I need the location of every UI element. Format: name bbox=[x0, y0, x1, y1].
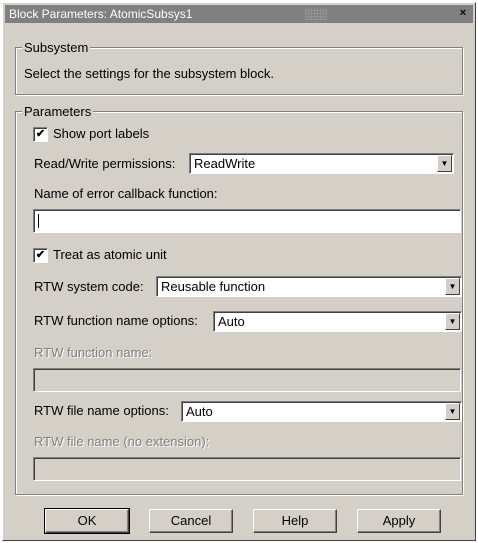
chevron-down-icon[interactable]: ▼ bbox=[437, 155, 452, 172]
read-write-select[interactable]: ReadWrite ▼ bbox=[189, 153, 454, 174]
treat-atomic-label: Treat as atomic unit bbox=[53, 247, 167, 262]
rtw-function-name-input bbox=[33, 368, 461, 392]
rtw-system-code-label: RTW system code: bbox=[34, 279, 144, 294]
cancel-button[interactable]: Cancel bbox=[149, 509, 233, 533]
read-write-label: Read/Write permissions: bbox=[34, 156, 176, 171]
rtw-file-name-options-value: Auto bbox=[186, 404, 213, 419]
subsystem-group: Subsystem Select the settings for the su… bbox=[15, 40, 463, 95]
rtw-system-code-select[interactable]: Reusable function ▼ bbox=[156, 276, 462, 297]
title-grip-icon bbox=[305, 8, 327, 20]
treat-atomic-checkbox[interactable]: ✔ bbox=[33, 248, 48, 263]
rtw-file-name-input bbox=[33, 457, 461, 481]
subsystem-description: Select the settings for the subsystem bl… bbox=[24, 66, 275, 81]
chevron-down-icon[interactable]: ▼ bbox=[445, 403, 460, 420]
rtw-function-name-options-value: Auto bbox=[218, 314, 245, 329]
rtw-function-name-options-label: RTW function name options: bbox=[34, 313, 198, 328]
rtw-file-name-label: RTW file name (no extension): bbox=[34, 434, 210, 449]
apply-button[interactable]: Apply bbox=[357, 509, 441, 533]
rtw-system-code-value: Reusable function bbox=[161, 279, 266, 294]
rtw-file-name-options-label: RTW file name options: bbox=[34, 403, 169, 418]
title-bar[interactable]: Block Parameters: AtomicSubsys1 × bbox=[5, 5, 473, 23]
rtw-file-name-options-select[interactable]: Auto ▼ bbox=[181, 401, 462, 422]
error-callback-input[interactable] bbox=[33, 209, 461, 233]
rtw-function-name-label: RTW function name: bbox=[34, 345, 153, 360]
ok-button[interactable]: OK bbox=[44, 508, 130, 534]
error-callback-label: Name of error callback function: bbox=[34, 186, 218, 201]
chevron-down-icon[interactable]: ▼ bbox=[445, 278, 460, 295]
show-port-labels-checkbox[interactable]: ✔ bbox=[33, 127, 48, 142]
chevron-down-icon[interactable]: ▼ bbox=[445, 313, 460, 330]
parameters-legend: Parameters bbox=[22, 104, 94, 119]
window-title: Block Parameters: AtomicSubsys1 bbox=[9, 7, 193, 21]
show-port-labels-label: Show port labels bbox=[53, 126, 150, 141]
parameters-group: Parameters ✔ Show port labels Read/Write… bbox=[15, 104, 463, 495]
read-write-value: ReadWrite bbox=[194, 156, 256, 171]
text-caret bbox=[38, 214, 39, 228]
dialog-window: Block Parameters: AtomicSubsys1 × Subsys… bbox=[2, 2, 476, 541]
subsystem-legend: Subsystem bbox=[22, 40, 91, 55]
rtw-function-name-options-select[interactable]: Auto ▼ bbox=[213, 311, 462, 332]
close-button[interactable]: × bbox=[455, 6, 471, 21]
help-button[interactable]: Help bbox=[253, 509, 337, 533]
